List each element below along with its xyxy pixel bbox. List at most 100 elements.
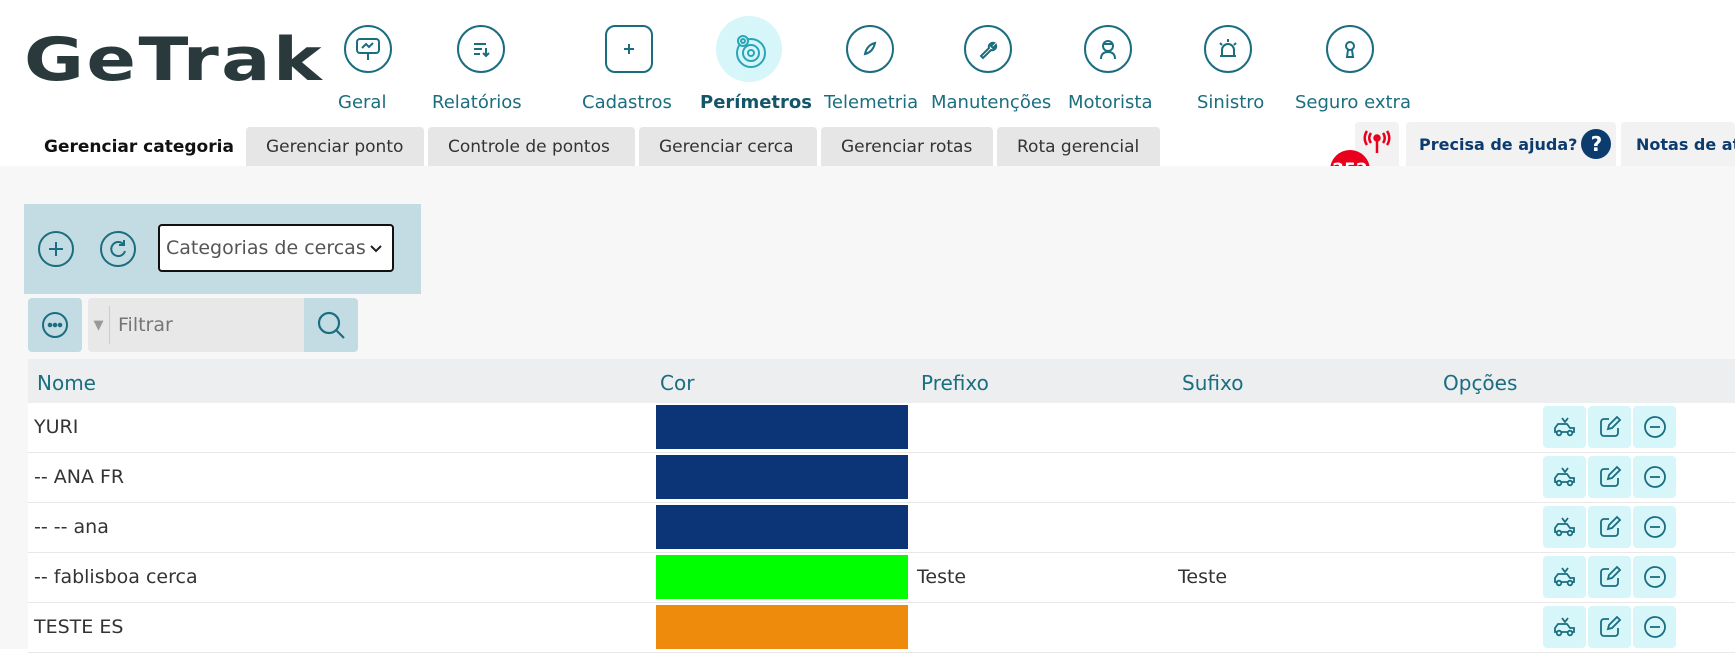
header: GeTrak Geral Relatórios Cadastros Períme… xyxy=(0,0,1735,190)
remove-button[interactable] xyxy=(1633,456,1676,498)
minus-circle-icon xyxy=(1643,566,1666,588)
tab-rota-gerencial[interactable]: Rota gerencial xyxy=(997,127,1160,167)
edit-icon xyxy=(1599,415,1621,437)
getrak-logo[interactable]: GeTrak xyxy=(24,32,328,88)
table-row[interactable]: -- ANA FR xyxy=(28,453,1735,503)
refresh-button[interactable] xyxy=(100,231,136,267)
nav-label: Telemetria xyxy=(824,92,919,113)
table-body: YURI -- ANA FR -- -- ana -- fablisboa ce… xyxy=(28,403,1735,653)
edit-button[interactable] xyxy=(1588,456,1631,498)
edit-button[interactable] xyxy=(1588,556,1631,598)
category-prefix: Teste xyxy=(917,566,967,588)
nav-geral[interactable]: Geral xyxy=(338,0,398,120)
category-color-swatch xyxy=(656,405,908,449)
remove-button[interactable] xyxy=(1633,606,1676,648)
nav-sinistro[interactable]: Sinistro xyxy=(1197,0,1264,120)
remove-button[interactable] xyxy=(1633,506,1676,548)
content-area: Categorias de cercas ▼ Nome Cor Prefixo … xyxy=(0,166,1735,653)
toolbar: Categorias de cercas xyxy=(24,204,421,294)
help-label: Precisa de ajuda? xyxy=(1419,134,1578,154)
category-color-swatch xyxy=(656,555,908,599)
vehicle-icon xyxy=(1553,467,1575,487)
edit-icon xyxy=(1599,515,1621,537)
category-type-select[interactable]: Categorias de cercas xyxy=(158,224,394,272)
minus-circle-icon xyxy=(1643,616,1666,638)
nav-label: Motorista xyxy=(1068,92,1153,113)
minus-circle-icon xyxy=(1643,516,1666,538)
filter-dropdown-icon[interactable]: ▼ xyxy=(88,306,110,344)
edit-icon xyxy=(1599,615,1621,637)
nav-label: Perímetros xyxy=(700,92,812,113)
edit-button[interactable] xyxy=(1588,406,1631,448)
assign-vehicles-button[interactable] xyxy=(1543,406,1586,448)
filter-field: ▼ xyxy=(88,298,304,352)
refresh-icon xyxy=(110,240,126,258)
perimeter-target-icon xyxy=(716,16,782,82)
table-row[interactable]: -- fablisboa cerca Teste Teste xyxy=(28,553,1735,603)
assign-vehicles-button[interactable] xyxy=(1543,606,1586,648)
category-name: -- ANA FR xyxy=(34,466,125,488)
nav-cadastros[interactable]: Cadastros xyxy=(582,0,674,120)
nav-seguro-extra[interactable]: Seguro extra xyxy=(1295,0,1411,120)
plus-icon xyxy=(49,242,63,256)
header-name[interactable]: Nome xyxy=(37,371,96,395)
category-color-swatch xyxy=(656,605,908,649)
nav-label: Cadastros xyxy=(582,92,672,113)
nav-label: Manutenções xyxy=(931,92,1052,113)
more-options-button[interactable] xyxy=(28,298,82,352)
vehicle-icon xyxy=(1553,567,1575,587)
header-suffix[interactable]: Sufixo xyxy=(1182,371,1243,395)
nav-relatorios[interactable]: Relatórios xyxy=(432,0,526,120)
antenna-icon xyxy=(1363,130,1391,153)
categories-table: Nome Cor Prefixo Sufixo Opções YURI -- A… xyxy=(28,359,1735,653)
help-button[interactable]: Precisa de ajuda? ? xyxy=(1406,122,1616,166)
table-row[interactable]: TESTE ES xyxy=(28,603,1735,653)
nav-label: Seguro extra xyxy=(1295,92,1411,113)
edit-button[interactable] xyxy=(1588,606,1631,648)
nav-manutencoes[interactable]: Manutenções xyxy=(931,0,1051,120)
table-header: Nome Cor Prefixo Sufixo Opções xyxy=(28,359,1735,403)
driver-icon xyxy=(1084,25,1132,73)
nav-telemetria[interactable]: Telemetria xyxy=(824,0,918,120)
nav-label: Geral xyxy=(338,92,387,113)
filter-input[interactable] xyxy=(110,314,290,336)
chevron-down-icon xyxy=(370,245,382,253)
folder-plus-icon xyxy=(605,25,653,73)
tab-gerenciar-ponto[interactable]: Gerenciar ponto xyxy=(246,127,424,167)
nav-label: Relatórios xyxy=(432,92,522,113)
category-color-swatch xyxy=(656,455,908,499)
header-color[interactable]: Cor xyxy=(660,371,694,395)
remove-button[interactable] xyxy=(1633,406,1676,448)
search-icon xyxy=(317,311,345,339)
header-options: Opções xyxy=(1443,371,1518,395)
minus-circle-icon xyxy=(1643,466,1666,488)
search-button[interactable] xyxy=(304,298,358,352)
edit-icon xyxy=(1599,465,1621,487)
report-icon xyxy=(457,25,505,73)
select-value: Categorias de cercas xyxy=(166,237,366,259)
tab-gerenciar-rotas[interactable]: Gerenciar rotas xyxy=(821,127,993,167)
nav-perimetros[interactable]: Perímetros xyxy=(700,0,812,120)
assign-vehicles-button[interactable] xyxy=(1543,456,1586,498)
tab-bar: Gerenciar categoria Gerenciar ponto Cont… xyxy=(24,127,1160,167)
minus-circle-icon xyxy=(1643,416,1666,438)
remove-button[interactable] xyxy=(1633,556,1676,598)
assign-vehicles-button[interactable] xyxy=(1543,506,1586,548)
vehicle-icon xyxy=(1553,417,1575,437)
category-color-swatch xyxy=(656,505,908,549)
table-row[interactable]: -- -- ana xyxy=(28,503,1735,553)
assign-vehicles-button[interactable] xyxy=(1543,556,1586,598)
tab-gerenciar-cerca[interactable]: Gerenciar cerca xyxy=(639,127,817,167)
add-button[interactable] xyxy=(38,231,74,267)
tab-gerenciar-categoria[interactable]: Gerenciar categoria xyxy=(24,127,242,167)
table-row[interactable]: YURI xyxy=(28,403,1735,453)
release-notes-button[interactable]: Notas de atu xyxy=(1621,122,1735,166)
category-name: TESTE ES xyxy=(34,616,124,638)
tab-controle-de-pontos[interactable]: Controle de pontos xyxy=(428,127,635,167)
edit-button[interactable] xyxy=(1588,506,1631,548)
category-suffix: Teste xyxy=(1178,566,1228,588)
header-prefix[interactable]: Prefixo xyxy=(921,371,989,395)
category-name: -- fablisboa cerca xyxy=(34,566,198,588)
help-question-icon: ? xyxy=(1581,129,1612,159)
nav-motorista[interactable]: Motorista xyxy=(1068,0,1152,120)
